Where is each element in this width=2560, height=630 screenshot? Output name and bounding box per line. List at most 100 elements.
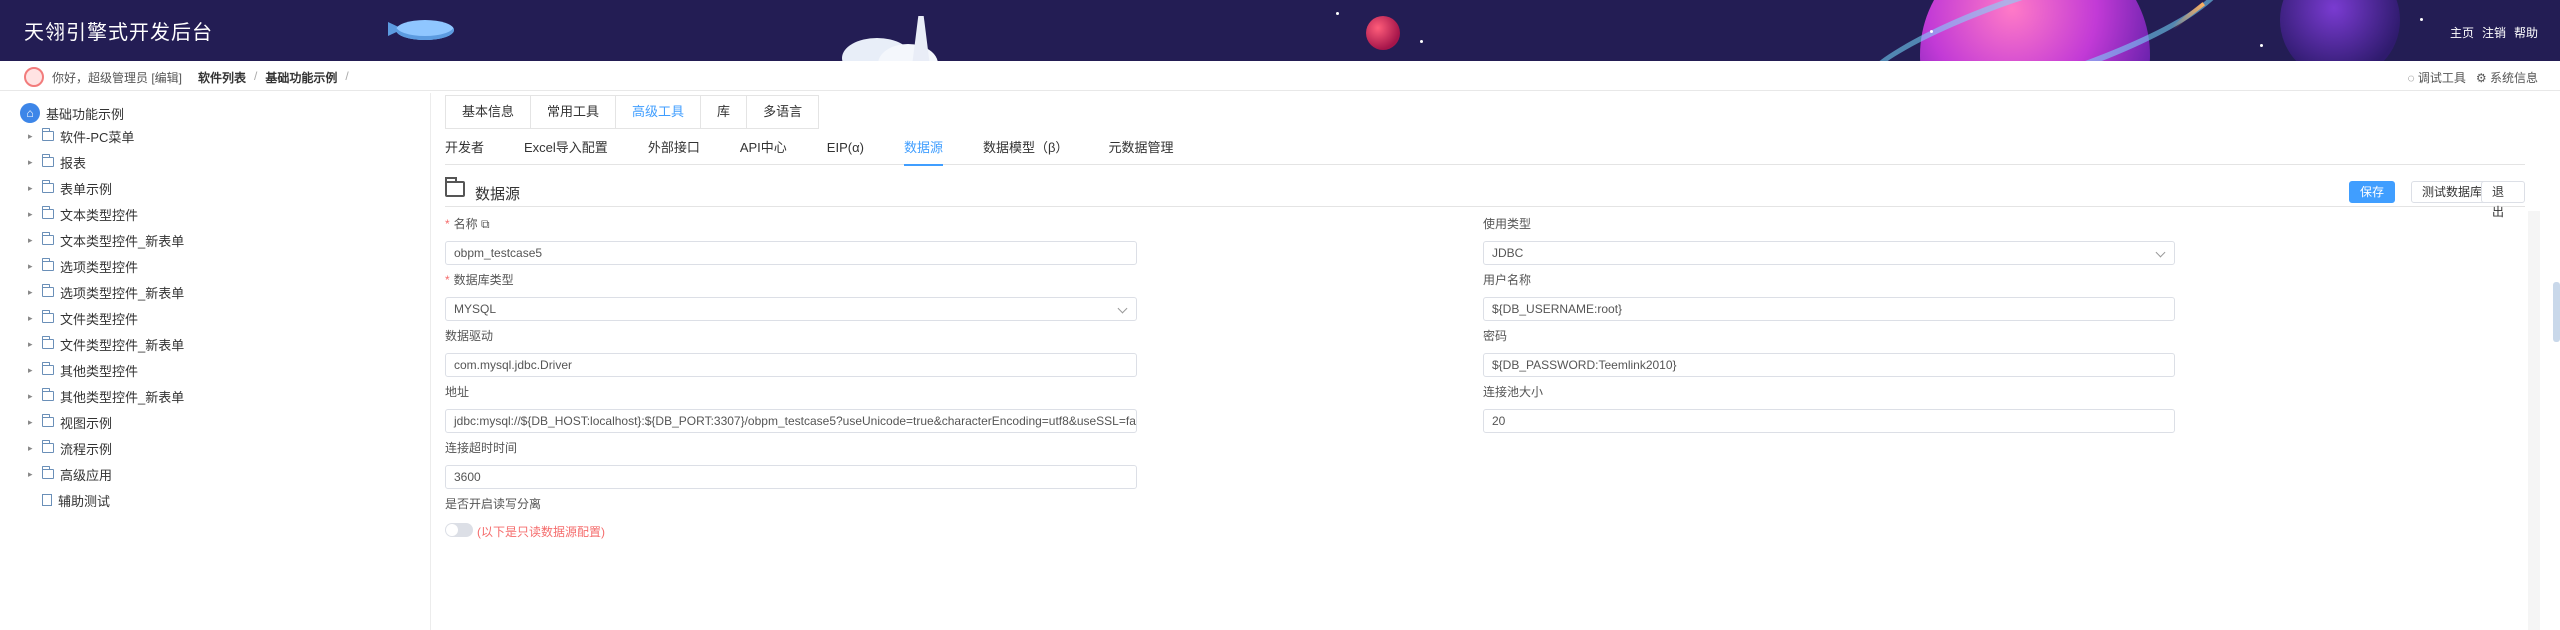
name-input[interactable]: obpm_testcase5 xyxy=(445,241,1137,265)
tab-datasource[interactable]: 数据源 xyxy=(903,133,943,166)
caret-right-icon[interactable]: ▸ xyxy=(28,365,36,376)
tab-advanced-tools[interactable]: 高级工具 xyxy=(616,96,702,128)
tab-metadata[interactable]: 元数据管理 xyxy=(1108,133,1173,164)
tower-decoration xyxy=(912,16,930,61)
tree-item-text-controls-new[interactable]: ▸ 文本类型控件_新表单 xyxy=(28,231,184,249)
tab-multilanguage[interactable]: 多语言 xyxy=(747,96,819,128)
tree-item-label: 表单示例 xyxy=(60,181,113,197)
timeout-input[interactable]: 3600 xyxy=(445,465,1137,489)
tab-common-tools[interactable]: 常用工具 xyxy=(531,96,617,128)
caret-right-icon[interactable]: ▸ xyxy=(28,183,36,194)
tree-item-pc-menu[interactable]: ▸ 软件-PC菜单 xyxy=(28,127,134,145)
db-type-label-text: 数据库类型 xyxy=(453,273,514,287)
driver-label: 数据驱动 xyxy=(445,329,494,343)
tree-item-file-controls-new[interactable]: ▸ 文件类型控件_新表单 xyxy=(28,335,184,353)
url-input[interactable]: jdbc:mysql://${DB_HOST:localhost}:${DB_P… xyxy=(445,409,1137,433)
caret-right-icon[interactable]: ▸ xyxy=(28,209,36,220)
system-info-link[interactable]: ⚙ 系统信息 xyxy=(2476,69,2538,86)
tree-item-file-controls[interactable]: ▸ 文件类型控件 xyxy=(28,309,138,327)
form-scrollbar[interactable] xyxy=(2528,211,2540,630)
caret-right-icon[interactable]: ▸ xyxy=(28,157,36,168)
tree-item-label: 辅助测试 xyxy=(58,493,111,509)
tree-item-other-controls-new[interactable]: ▸ 其他类型控件_新表单 xyxy=(28,387,184,405)
url-label: 地址 xyxy=(445,385,470,399)
folder-icon xyxy=(42,128,54,141)
breadcrumb-separator: / xyxy=(254,69,258,83)
breadcrumb-current[interactable]: 基础功能示例 xyxy=(265,69,337,86)
avatar xyxy=(24,67,44,87)
tree-item-label: 软件-PC菜单 xyxy=(60,129,135,145)
required-mark: * xyxy=(445,217,450,231)
tree-item-label: 文本类型控件_新表单 xyxy=(60,233,185,249)
tab-developer[interactable]: 开发者 xyxy=(445,133,484,164)
tab-basic-info[interactable]: 基本信息 xyxy=(446,96,532,128)
folder-icon xyxy=(42,414,54,427)
folder-icon xyxy=(42,310,54,323)
tree-item-flow-examples[interactable]: ▸ 流程示例 xyxy=(28,439,112,457)
tree-item-advanced[interactable]: ▸ 高级应用 xyxy=(28,465,112,483)
tab-api-center[interactable]: API中心 xyxy=(740,133,787,164)
tree-root[interactable]: ⌂ 基础功能示例 xyxy=(20,103,124,123)
username-label: 用户名称 xyxy=(1483,273,1532,287)
tab-eip[interactable]: EIP(α) xyxy=(827,133,864,164)
folder-icon xyxy=(42,258,54,271)
tree-item-aux-test[interactable]: 辅助测试 xyxy=(28,491,110,509)
use-type-select[interactable]: JDBC xyxy=(1483,241,2175,265)
tab-library[interactable]: 库 xyxy=(701,96,748,128)
user-greeting[interactable]: 你好，超级管理员 [编辑] xyxy=(52,69,182,86)
folder-icon xyxy=(42,206,54,219)
caret-right-icon[interactable]: ▸ xyxy=(28,313,36,324)
caret-right-icon[interactable]: ▸ xyxy=(28,417,36,428)
rw-split-label: 是否开启读写分离 xyxy=(445,497,542,511)
username-input[interactable]: ${DB_USERNAME:root} xyxy=(1483,297,2175,321)
tree-item-form-examples[interactable]: ▸ 表单示例 xyxy=(28,179,112,197)
caret-right-icon[interactable]: ▸ xyxy=(28,391,36,402)
folder-icon xyxy=(42,232,54,245)
tree-item-option-controls[interactable]: ▸ 选项类型控件 xyxy=(28,257,138,275)
debug-tools-link[interactable]: ◌ 调试工具 xyxy=(2407,69,2465,86)
caret-right-icon[interactable]: ▸ xyxy=(28,443,36,454)
planet-ring-decoration xyxy=(1841,0,2241,61)
nav-logout-link[interactable]: 注销 xyxy=(2482,24,2506,41)
tab-data-model[interactable]: 数据模型（β） xyxy=(983,133,1068,164)
tree-item-label: 文件类型控件 xyxy=(60,311,139,327)
breadcrumb-software-list[interactable]: 软件列表 xyxy=(198,69,246,86)
nav-help-link[interactable]: 帮助 xyxy=(2514,24,2538,41)
copy-icon[interactable]: ⧉ xyxy=(481,217,490,231)
tab-excel-import[interactable]: Excel导入配置 xyxy=(524,133,608,164)
db-type-select[interactable]: MYSQL xyxy=(445,297,1137,321)
nav-home-link[interactable]: 主页 xyxy=(2450,24,2474,41)
caret-right-icon[interactable]: ▸ xyxy=(28,339,36,350)
primary-tabs: 基本信息 常用工具 高级工具 库 多语言 xyxy=(445,95,820,129)
tree-item-text-controls[interactable]: ▸ 文本类型控件 xyxy=(28,205,138,223)
driver-input[interactable]: com.mysql.jdbc.Driver xyxy=(445,353,1137,377)
document-icon xyxy=(42,494,52,506)
caret-right-icon[interactable]: ▸ xyxy=(28,469,36,480)
window-scrollbar[interactable] xyxy=(2553,282,2560,342)
exit-button[interactable]: 退出 xyxy=(2481,181,2525,219)
caret-right-icon[interactable]: ▸ xyxy=(28,287,36,298)
password-input[interactable]: ${DB_PASSWORD:Teemlink2010} xyxy=(1483,353,2175,377)
use-type-value: JDBC xyxy=(1492,246,1524,260)
required-mark: * xyxy=(445,273,450,287)
save-button[interactable]: 保存 xyxy=(2349,181,2396,203)
pool-size-input[interactable]: 20 xyxy=(1483,409,2175,433)
caret-right-icon[interactable]: ▸ xyxy=(28,131,36,142)
tree-item-label: 其他类型控件_新表单 xyxy=(60,389,185,405)
tab-external-interface[interactable]: 外部接口 xyxy=(648,133,700,164)
rw-split-toggle[interactable] xyxy=(445,523,473,537)
tree-item-label: 视图示例 xyxy=(60,415,113,431)
caret-right-icon[interactable]: ▸ xyxy=(28,235,36,246)
folder-icon xyxy=(42,362,54,375)
use-type-label: 使用类型 xyxy=(1483,217,1532,231)
tree-item-view-examples[interactable]: ▸ 视图示例 xyxy=(28,413,112,431)
tree-item-other-controls[interactable]: ▸ 其他类型控件 xyxy=(28,361,138,379)
tree-item-option-controls-new[interactable]: ▸ 选项类型控件_新表单 xyxy=(28,283,184,301)
home-icon: ⌂ xyxy=(20,103,40,123)
timeout-label: 连接超时时间 xyxy=(445,441,518,455)
password-label: 密码 xyxy=(1483,329,1508,343)
folder-icon xyxy=(42,180,54,193)
caret-right-icon[interactable]: ▸ xyxy=(28,261,36,272)
folder-icon xyxy=(445,177,465,197)
tree-item-reports[interactable]: ▸ 报表 xyxy=(28,153,86,171)
